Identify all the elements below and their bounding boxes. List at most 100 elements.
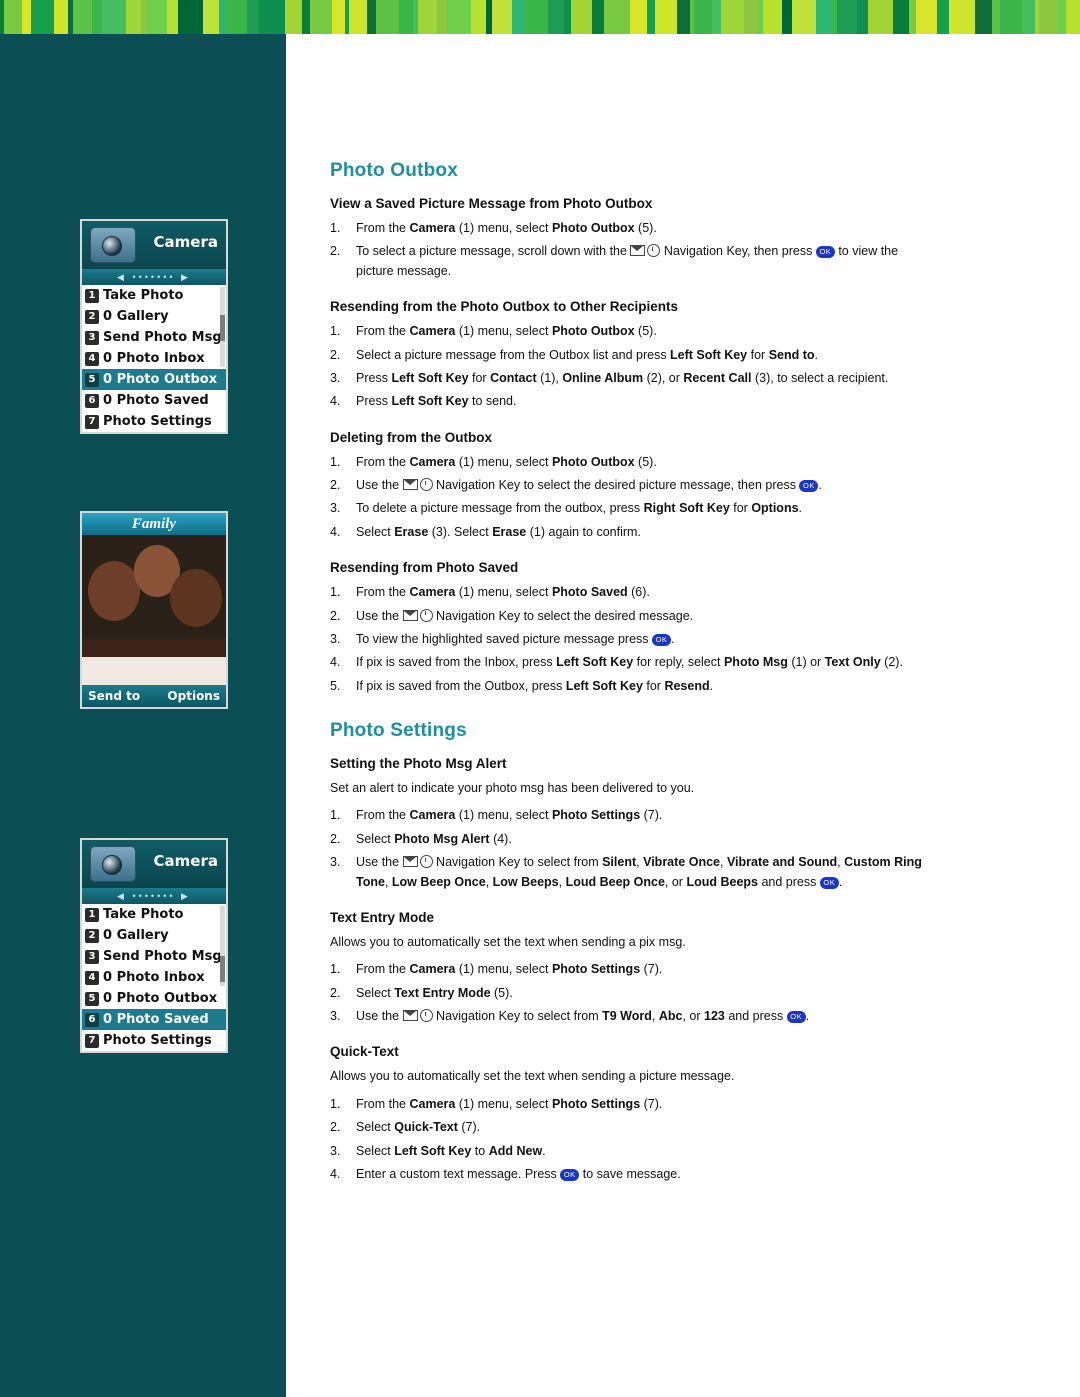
step-item: From the Camera (1) menu, select Photo S… <box>330 806 663 826</box>
photo-thumbnail <box>82 535 226 685</box>
menu-item-number: 5 <box>85 991 99 1006</box>
step-list: From the Camera (1) menu, select Photo S… <box>330 583 930 696</box>
menu-item-label: 0 Photo Outbox <box>103 372 218 387</box>
step-item: Use the Navigation Key to select from Si… <box>330 853 922 889</box>
menu-item-selected: 5 0 Photo Outbox <box>82 369 226 390</box>
menu-item-number: 1 <box>85 907 99 922</box>
stripe <box>782 0 792 34</box>
block-photo-msg-alert: Setting the Photo Msg Alert Set an alert… <box>330 756 930 892</box>
step-item: Use the Navigation Key to select the des… <box>330 476 822 496</box>
stripe <box>471 0 486 34</box>
step-item: Select Erase (3). Select Erase (1) again… <box>330 523 641 543</box>
stripe <box>792 0 816 34</box>
block-view-saved-picture: View a Saved Picture Message from Photo … <box>330 196 930 281</box>
menu-item-number: 3 <box>85 330 99 345</box>
step-item: Use the Navigation Key to select from T9… <box>330 1007 810 1027</box>
stripe <box>571 0 592 34</box>
stripe <box>1022 0 1035 34</box>
step-item: Select Left Soft Key to Add New. <box>330 1142 546 1162</box>
navigation-key-icon <box>402 855 433 869</box>
step-item: Press Left Soft Key to send. <box>330 392 517 412</box>
stripe <box>367 0 376 34</box>
stripe <box>349 0 367 34</box>
note-text: Set an alert to indicate your photo msg … <box>330 781 695 795</box>
right-soft-key-label: Options <box>167 689 220 703</box>
menu-item-label: 0 Gallery <box>103 309 169 324</box>
stripe <box>816 0 831 34</box>
step-list: From the Camera (1) menu, select Photo O… <box>330 322 930 412</box>
block-quick-text: Quick-Text Allows you to automatically s… <box>330 1044 930 1184</box>
note-text: Allows you to automatically set the text… <box>330 1069 735 1084</box>
ok-key-icon: OK <box>786 1011 806 1023</box>
menu-item-selected: 6 0 Photo Saved <box>82 1009 226 1030</box>
photo-title: Family <box>82 513 226 535</box>
menu-item-label: 0 Photo Outbox <box>103 991 218 1006</box>
ok-key-icon: OK <box>799 480 819 492</box>
step-item: Press Left Soft Key for Contact (1), Onl… <box>330 369 889 389</box>
nav-dots: ◀ ••••••• ▶ <box>117 891 191 901</box>
menu-item: 2 0 Gallery <box>82 925 226 946</box>
step-item: From the Camera (1) menu, select Photo O… <box>330 219 657 239</box>
stripe <box>219 0 226 34</box>
phone-menu-list-1: 1 Take Photo 2 0 Gallery 3 Send Photo Msg 4… <box>82 285 226 432</box>
decorative-top-bar <box>0 0 1080 34</box>
menu-item-number: 6 <box>85 393 99 408</box>
stripe <box>247 0 259 34</box>
stripe <box>376 0 399 34</box>
camera-icon <box>90 227 136 263</box>
step-item: To view the highlighted saved picture me… <box>330 630 675 650</box>
ok-key-icon: OK <box>815 246 835 259</box>
phone-screen-photo-saved: Camera ◀ ••••••• ▶ 1 Take Photo 2 0 Galler… <box>80 838 228 1053</box>
menu-item-number: 5 <box>85 372 99 387</box>
stripe <box>418 0 437 34</box>
step-list: From the Camera (1) menu, select Photo O… <box>330 219 930 281</box>
menu-item-number: 2 <box>85 928 99 943</box>
stripe <box>332 0 345 34</box>
stripe <box>31 0 54 34</box>
step-item: From the Camera (1) menu, select Photo S… <box>330 1095 663 1115</box>
stripe <box>763 0 782 34</box>
stripe <box>992 0 1000 34</box>
stripe <box>937 0 949 34</box>
stripe <box>647 0 655 34</box>
stripe <box>302 0 310 34</box>
subheading: View a Saved Picture Message from Photo … <box>330 196 653 211</box>
step-item: From the Camera (1) menu, select Photo O… <box>330 322 657 342</box>
stripe <box>721 0 744 34</box>
menu-item-label: Send Photo Msg <box>103 949 222 964</box>
stripe <box>167 0 178 34</box>
menu-item-label: 0 Photo Saved <box>103 1012 209 1027</box>
step-item: Select Photo Msg Alert (4). <box>330 830 512 850</box>
stripe <box>604 0 630 34</box>
stripe <box>126 0 141 34</box>
menu-item: 2 0 Gallery <box>82 306 226 327</box>
stripe <box>564 0 571 34</box>
block-deleting-outbox: Deleting from the Outbox From the Camera… <box>330 430 930 543</box>
step-item: From the Camera (1) menu, select Photo S… <box>330 960 663 980</box>
ok-key-icon: OK <box>819 876 839 889</box>
stripe <box>102 0 126 34</box>
navigation-key-icon <box>402 1009 433 1022</box>
stripe <box>285 0 302 34</box>
step-item: From the Camera (1) menu, select Photo O… <box>330 453 657 473</box>
stripe <box>512 0 523 34</box>
stripe <box>694 0 712 34</box>
subheading: Text Entry Mode <box>330 909 435 925</box>
stripe <box>203 0 219 34</box>
subheading: Setting the Photo Msg Alert <box>330 756 507 771</box>
menu-item: 3 Send Photo Msg <box>82 327 226 348</box>
menu-item-label: Send Photo Msg <box>103 330 222 345</box>
menu-item: 1 Take Photo <box>82 904 226 925</box>
block-resending-photo-saved: Resending from Photo Saved From the Came… <box>330 560 930 696</box>
phone-menu-list-2: 1 Take Photo 2 0 Gallery 3 Send Photo Msg 4… <box>82 904 226 1051</box>
stripe <box>857 0 868 34</box>
step-item: To select a picture message, scroll down… <box>330 242 899 278</box>
menu-item-number: 1 <box>85 288 99 303</box>
stripe <box>837 0 857 34</box>
step-item: Enter a custom text message. Press OK to… <box>330 1165 681 1185</box>
stripe <box>916 0 937 34</box>
stripe <box>1066 0 1080 34</box>
menu-item: 6 0 Photo Saved <box>82 390 226 411</box>
navigation-key-icon <box>402 478 433 491</box>
step-item: Select a picture message from the Outbox… <box>330 346 819 366</box>
